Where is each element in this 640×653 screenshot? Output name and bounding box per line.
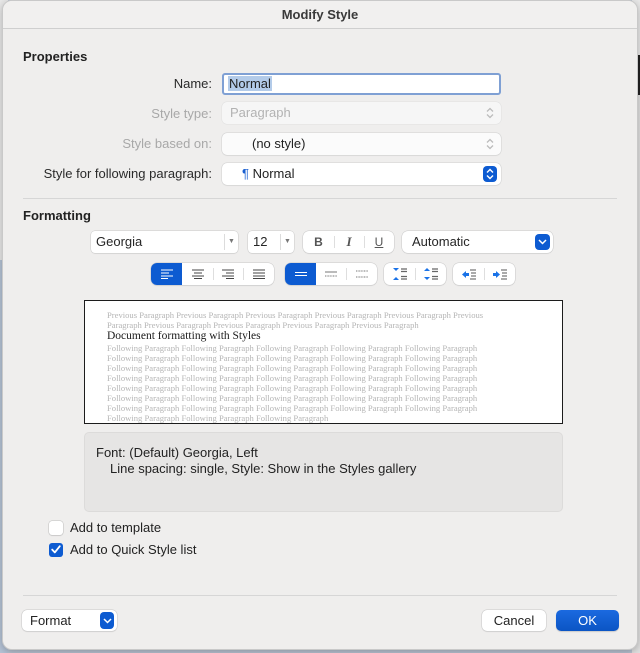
description-line-2: Line spacing: single, Style: Show in the… xyxy=(110,461,417,476)
single-spacing-button[interactable] xyxy=(285,263,316,285)
following-paragraph-select[interactable]: ¶ Normal xyxy=(222,163,501,185)
style-type-label: Style type: xyxy=(151,106,212,121)
previous-paragraph-line: Paragraph Previous Paragraph Previous Pa… xyxy=(107,320,419,330)
up-down-chevron-icon xyxy=(483,136,497,152)
align-justify-icon xyxy=(252,269,265,279)
line-spacing-group xyxy=(285,263,377,285)
font-size-value: 12 xyxy=(253,234,268,249)
decrease-paragraph-spacing-icon xyxy=(392,268,407,280)
following-paragraph-line: Following Paragraph Following Paragraph … xyxy=(107,343,478,353)
following-paragraph-label: Style for following paragraph: xyxy=(43,166,212,181)
format-menu-button[interactable]: Format xyxy=(22,610,117,631)
dialog-title: Modify Style xyxy=(3,1,637,29)
preview-sample-text: Document formatting with Styles xyxy=(107,330,261,342)
align-left-button[interactable] xyxy=(151,263,182,285)
font-style-group: B I U xyxy=(303,231,394,253)
add-to-quick-style-option[interactable]: Add to Quick Style list xyxy=(49,542,196,557)
align-left-icon xyxy=(160,269,173,279)
decrease-indent-button[interactable] xyxy=(453,263,484,285)
add-to-template-label: Add to template xyxy=(70,520,162,535)
description-line-1: Font: (Default) Georgia, Left xyxy=(96,445,258,460)
name-input[interactable]: Normal xyxy=(222,73,501,95)
following-paragraph-line: Following Paragraph Following Paragraph … xyxy=(107,393,478,403)
font-name-value: Georgia xyxy=(96,234,143,249)
one-half-spacing-button[interactable] xyxy=(316,263,346,285)
increase-paragraph-spacing-button[interactable] xyxy=(415,263,446,285)
chevron-down-icon xyxy=(100,612,114,629)
ok-button[interactable]: OK xyxy=(556,610,619,631)
font-color-value: Automatic xyxy=(412,234,470,249)
style-preview: Previous Paragraph Previous Paragraph Pr… xyxy=(84,300,563,424)
style-type-select: Paragraph xyxy=(222,102,501,124)
style-based-on-select[interactable]: (no style) xyxy=(222,133,501,155)
footer-divider xyxy=(23,595,617,596)
increase-paragraph-spacing-icon xyxy=(423,268,438,280)
cancel-button[interactable]: Cancel xyxy=(482,610,546,631)
bold-button[interactable]: B xyxy=(303,231,334,253)
add-to-template-checkbox[interactable] xyxy=(49,520,63,535)
name-label: Name: xyxy=(173,76,212,91)
increase-indent-icon xyxy=(492,269,507,279)
add-to-quick-style-label: Add to Quick Style list xyxy=(70,542,197,557)
align-right-button[interactable] xyxy=(213,263,243,285)
dropdown-arrow-icon[interactable]: ▼ xyxy=(224,234,238,250)
name-input-value: Normal xyxy=(228,76,272,91)
formatting-heading: Formatting xyxy=(23,208,91,223)
following-paragraph-line: Following Paragraph Following Paragraph … xyxy=(107,403,478,413)
previous-paragraph-line: Previous Paragraph Previous Paragraph Pr… xyxy=(107,310,484,320)
double-spacing-button[interactable] xyxy=(346,263,377,285)
dropdown-arrow-icon[interactable]: ▼ xyxy=(280,234,294,250)
format-label: Format xyxy=(30,613,72,628)
properties-heading: Properties xyxy=(23,49,88,64)
one-half-spacing-icon xyxy=(325,271,337,277)
align-right-icon xyxy=(222,269,234,279)
following-paragraph-line: Following Paragraph Following Paragraph … xyxy=(107,383,478,393)
double-spacing-icon xyxy=(355,270,368,278)
up-down-chevron-icon xyxy=(483,166,497,182)
following-paragraph-line: Following Paragraph Following Paragraph … xyxy=(107,373,478,383)
font-name-combo[interactable]: Georgia ▼ xyxy=(91,231,238,253)
italic-button[interactable]: I xyxy=(334,231,364,253)
pilcrow-icon: ¶ xyxy=(242,166,249,181)
section-divider xyxy=(23,198,617,199)
decrease-indent-icon xyxy=(461,269,476,279)
chevron-down-icon xyxy=(535,234,550,250)
font-size-combo[interactable]: 12 ▼ xyxy=(248,231,294,253)
following-paragraph-line: Following Paragraph Following Paragraph … xyxy=(107,363,478,373)
add-to-template-option[interactable]: Add to template xyxy=(49,520,161,535)
following-paragraph-value: Normal xyxy=(252,166,295,181)
style-type-value: Paragraph xyxy=(230,105,291,120)
add-to-quick-style-checkbox[interactable] xyxy=(49,542,63,557)
underline-button[interactable]: U xyxy=(364,231,394,253)
following-paragraph-line: Following Paragraph Following Paragraph … xyxy=(107,413,329,423)
increase-indent-button[interactable] xyxy=(484,263,515,285)
single-spacing-icon xyxy=(294,272,307,276)
style-based-on-label: Style based on: xyxy=(122,136,212,151)
checkmark-icon xyxy=(51,545,61,554)
style-description: Font: (Default) Georgia, Left Line spaci… xyxy=(84,432,563,512)
decrease-paragraph-spacing-button[interactable] xyxy=(384,263,415,285)
align-center-icon xyxy=(191,269,204,279)
font-color-select[interactable]: Automatic xyxy=(402,231,553,253)
style-based-on-value: (no style) xyxy=(252,136,306,151)
paragraph-spacing-group xyxy=(384,263,446,285)
align-center-button[interactable] xyxy=(182,263,213,285)
up-down-chevron-icon xyxy=(483,105,497,121)
following-paragraph-line: Following Paragraph Following Paragraph … xyxy=(107,353,478,363)
modify-style-dialog: Modify Style Properties Name: Normal Sty… xyxy=(2,0,638,650)
indent-group xyxy=(453,263,515,285)
align-justify-button[interactable] xyxy=(243,263,274,285)
alignment-group xyxy=(151,263,274,285)
